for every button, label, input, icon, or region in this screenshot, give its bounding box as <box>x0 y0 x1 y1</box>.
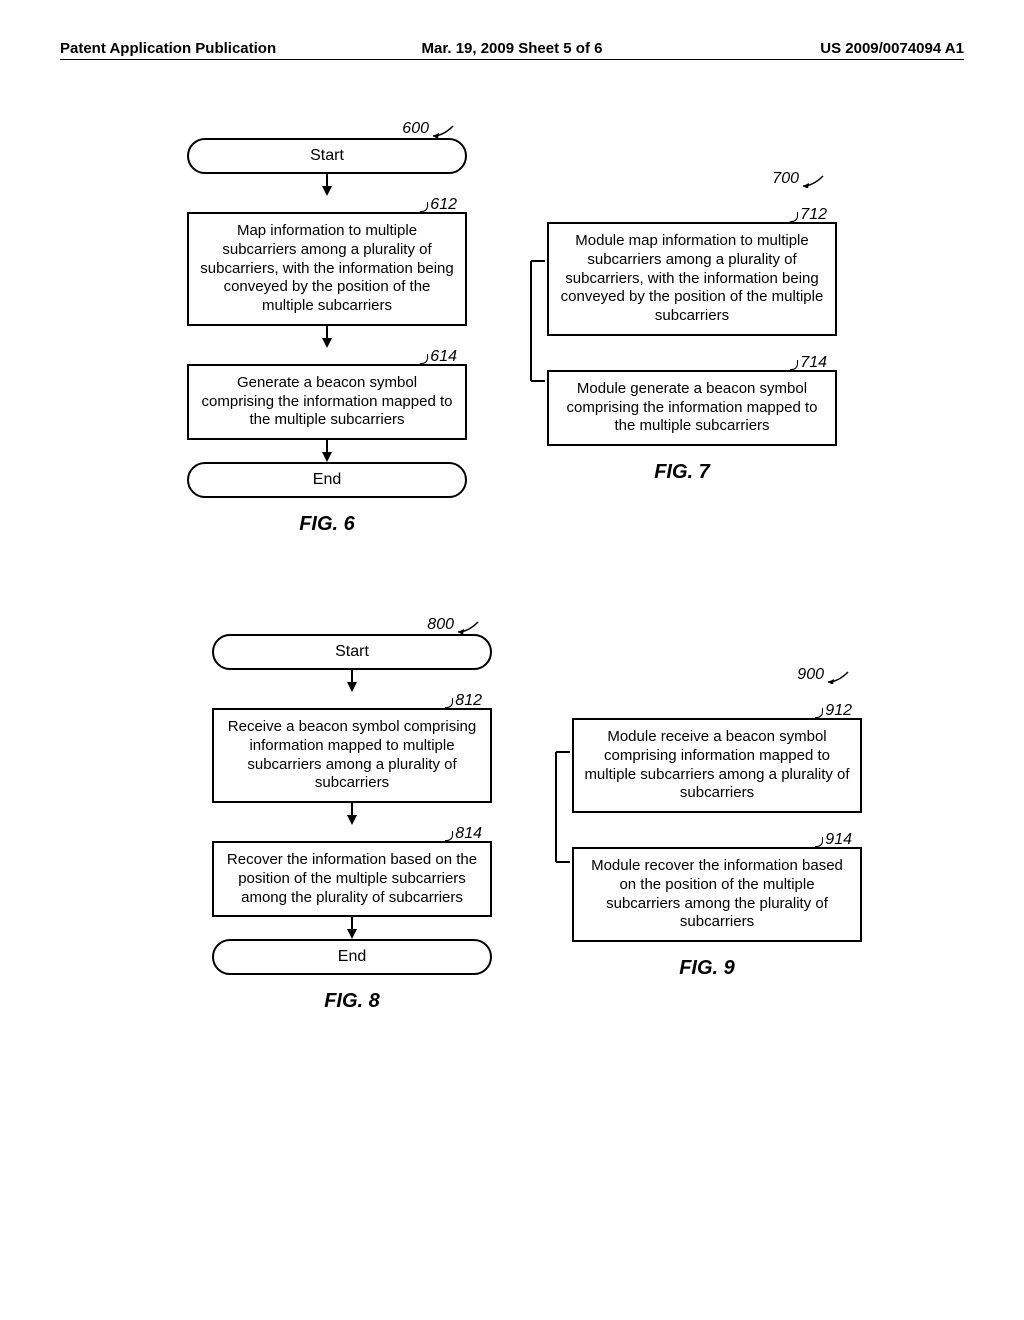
end-terminal: End <box>212 939 492 975</box>
hook-icon <box>445 698 453 708</box>
hook-icon <box>420 354 428 364</box>
start-terminal: Start <box>187 138 467 174</box>
arrow-down-icon <box>320 326 334 348</box>
fig6-caption: FIG. 6 <box>299 513 355 536</box>
figure-9: 900 912 Module receive a beacon symbol c… <box>552 666 862 1013</box>
arrow-down-icon <box>320 440 334 462</box>
fig8-step-814: Recover the information based on the pos… <box>212 841 492 917</box>
hook-icon <box>815 708 823 718</box>
fig6-ref: 600 <box>402 120 429 138</box>
arrow-down-icon <box>345 670 359 692</box>
leader-arrow-icon <box>433 124 457 138</box>
bracket-icon <box>527 206 547 426</box>
fig7-step-712: Module map information to multiple subca… <box>547 222 837 336</box>
header-mid: Mar. 19, 2009 Sheet 5 of 6 <box>361 40 662 57</box>
header: Patent Application Publication Mar. 19, … <box>60 40 964 60</box>
fig9-step-914: Module recover the information based on … <box>572 847 862 942</box>
fig9-step-912: Module receive a beacon symbol comprisin… <box>572 718 862 813</box>
fig6-step-614: Generate a beacon symbol comprising the … <box>187 364 467 440</box>
bracket-icon <box>552 702 572 902</box>
leader-arrow-icon <box>828 670 852 684</box>
fig9-ref: 900 <box>797 666 824 684</box>
header-left: Patent Application Publication <box>60 40 361 57</box>
hook-icon <box>790 360 798 370</box>
figures-row-1: 600 Start 612 Map information to multipl… <box>60 120 964 536</box>
hook-icon <box>420 202 428 212</box>
fig9-caption: FIG. 9 <box>679 957 735 980</box>
leader-arrow-icon <box>803 174 827 188</box>
fig8-ref: 800 <box>427 616 454 634</box>
arrow-down-icon <box>345 917 359 939</box>
fig7-ref: 700 <box>772 170 799 188</box>
figure-7: 700 712 Module map information to multip… <box>527 170 837 536</box>
hook-icon <box>815 837 823 847</box>
figures-row-2: 800 Start 812 Receive a beacon symbol co… <box>60 616 964 1013</box>
start-terminal: Start <box>212 634 492 670</box>
end-terminal: End <box>187 462 467 498</box>
fig7-step-714: Module generate a beacon symbol comprisi… <box>547 370 837 446</box>
figure-6: 600 Start 612 Map information to multipl… <box>187 120 467 536</box>
figure-8: 800 Start 812 Receive a beacon symbol co… <box>212 616 492 1013</box>
arrow-down-icon <box>320 174 334 196</box>
leader-arrow-icon <box>458 620 482 634</box>
hook-icon <box>445 831 453 841</box>
fig7-caption: FIG. 7 <box>654 461 710 484</box>
fig6-step-612: Map information to multiple subcarriers … <box>187 212 467 326</box>
header-right: US 2009/0074094 A1 <box>663 40 964 57</box>
hook-icon <box>790 212 798 222</box>
fig8-caption: FIG. 8 <box>324 990 380 1013</box>
fig8-step-812: Receive a beacon symbol comprising infor… <box>212 708 492 803</box>
arrow-down-icon <box>345 803 359 825</box>
